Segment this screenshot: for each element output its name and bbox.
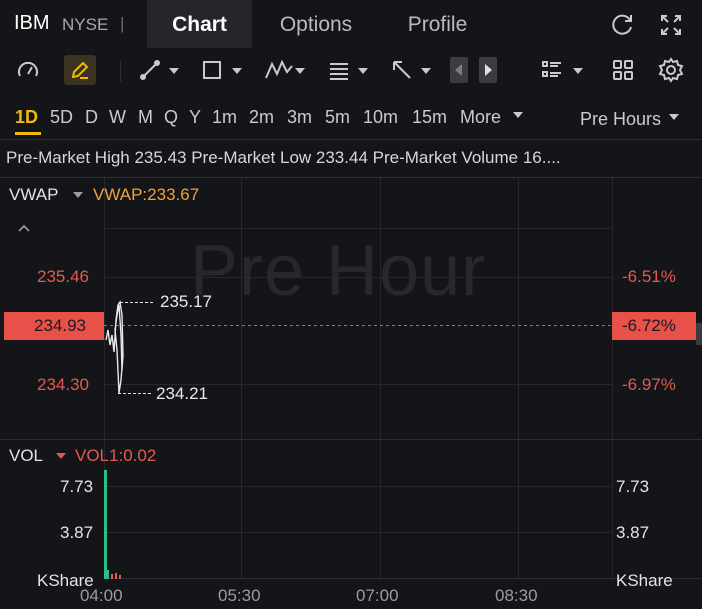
scroll-right-button[interactable] [479,57,497,83]
volume-tick: 7.73 [616,477,650,496]
premarket-info: Pre-Market High 235.43 Pre-Market Low 23… [6,148,561,167]
period-m[interactable]: M [138,104,153,130]
period-d[interactable]: D [85,104,98,130]
period-q[interactable]: Q [164,104,178,130]
volume-unit: KShare [616,571,673,590]
time-tick: 08:30 [495,586,538,605]
price-indicator-name[interactable]: VWAP [9,185,58,205]
tab-chart[interactable]: Chart [147,0,252,48]
price-tick: 235.46 [37,267,89,286]
gear-icon[interactable] [657,56,685,84]
period-active-underline [15,132,41,135]
period-1m[interactable]: 1m [212,104,237,130]
current-percent: -6.72% [622,316,676,335]
period-w[interactable]: W [109,104,126,130]
chevron-down-icon[interactable] [73,192,83,198]
session-low-label: 234.21 [156,384,208,403]
grid-layout-icon[interactable] [609,56,637,84]
divider [0,139,702,140]
rectangle-icon[interactable] [198,56,226,84]
list-layout-icon[interactable] [538,56,566,84]
collapse-panel-icon[interactable] [17,220,31,232]
indicator-gauge-icon[interactable] [14,56,42,84]
period-3m[interactable]: 3m [287,104,312,130]
current-percent-badge: -6.72% [612,312,696,340]
scroll-left-button[interactable] [450,57,468,83]
percent-tick: -6.51% [622,267,676,286]
exchange-label: NYSE [62,15,109,34]
period-2m[interactable]: 2m [249,104,274,130]
chevron-down-icon[interactable] [513,112,523,118]
chevron-down-icon[interactable] [295,68,305,74]
volume-tick: 3.87 [616,523,650,542]
period-15m[interactable]: 15m [412,104,447,130]
chevron-down-icon[interactable] [232,68,242,74]
chevron-down-icon[interactable] [56,453,66,459]
period-y[interactable]: Y [189,104,201,130]
chevron-down-icon[interactable] [358,68,368,74]
volume-tick: 3.87 [60,523,94,542]
session-selector[interactable]: Pre Hours [580,106,661,132]
current-price-badge: 234.93 [4,312,104,340]
period-5d[interactable]: 5D [50,104,73,130]
chevron-right-icon [485,64,492,76]
percent-tick: -6.97% [622,375,676,394]
period-1d[interactable]: 1D [15,104,38,130]
trend-line-icon[interactable] [136,56,164,84]
chevron-left-icon [455,64,462,76]
price-tick: 234.30 [37,375,89,394]
toolbar-divider [120,60,121,82]
session-high-label: 235.17 [160,292,212,311]
fullscreen-icon[interactable] [658,12,684,38]
top-bar: IBM NYSE | Chart Options Profile [0,0,702,48]
volume-bars [104,470,121,579]
fibonacci-icon[interactable] [325,56,353,84]
chevron-down-icon[interactable] [669,114,679,120]
ticker-symbol: IBM [14,12,50,34]
arrow-icon[interactable] [388,56,416,84]
tab-profile[interactable]: Profile [390,0,485,48]
current-price: 234.93 [34,316,86,335]
period-10m[interactable]: 10m [363,104,398,130]
refresh-icon[interactable] [610,12,636,38]
volume-value: VOL1:0.02 [75,446,157,465]
session-watermark: Pre Hour [190,231,487,311]
header-separator: | [120,14,125,33]
period-5m[interactable]: 5m [325,104,350,130]
volume-indicator-name[interactable]: VOL [9,446,43,466]
time-tick: 04:00 [80,586,123,605]
period-more[interactable]: More [460,104,501,130]
pattern-wave-icon[interactable] [262,56,296,84]
chevron-down-icon[interactable] [573,68,583,74]
scrollbar[interactable] [696,323,702,345]
chevron-down-icon[interactable] [169,68,179,74]
time-tick: 07:00 [356,586,399,605]
chevron-down-icon[interactable] [421,68,431,74]
tab-options[interactable]: Options [266,0,366,48]
draw-pen-icon[interactable] [64,55,96,85]
vwap-value: VWAP:233.67 [93,185,200,204]
time-tick: 05:30 [218,586,261,605]
volume-tick: 7.73 [60,477,94,496]
